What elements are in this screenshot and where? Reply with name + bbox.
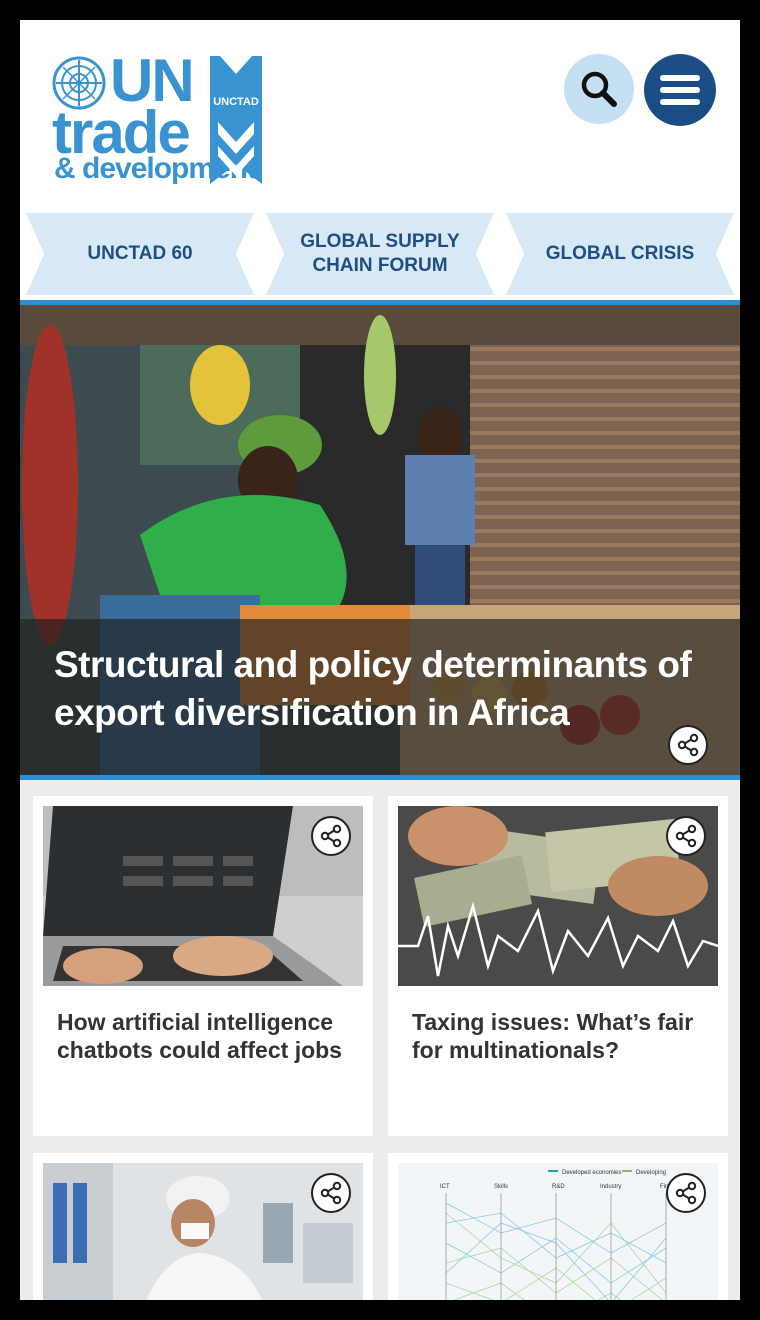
card-share-button[interactable]: [666, 1173, 706, 1213]
share-icon: [320, 1181, 342, 1205]
nav-item-label: UNCTAD 60: [87, 243, 193, 264]
nav-item-unctad-60[interactable]: UNCTAD 60: [26, 213, 254, 295]
hamburger-menu-icon: [660, 75, 700, 105]
chart-axis-label: R&D: [552, 1184, 565, 1190]
unctad-chevron-mark-icon: [210, 56, 262, 184]
chart-legend-developing: Developing: [636, 1170, 666, 1176]
nav-item-label: GLOBAL SUPPLY CHAIN FORUM: [300, 231, 460, 276]
story-card-ai-chatbots[interactable]: How artificial intelligence chatbots cou…: [33, 796, 373, 1136]
card-title[interactable]: How artificial intelligence chatbots cou…: [57, 1008, 357, 1064]
nav-item-global-supply-chain-forum[interactable]: GLOBAL SUPPLY CHAIN FORUM: [266, 213, 494, 295]
hero-share-button[interactable]: [668, 725, 708, 765]
unctad-logo[interactable]: UN trade & development UNCTAD: [50, 47, 265, 192]
card-title[interactable]: Taxing issues: What’s fair for multinati…: [412, 1008, 712, 1064]
card-share-button[interactable]: [666, 816, 706, 856]
search-icon: [581, 71, 617, 107]
story-card-chart[interactable]: Developed economies Developing ICT Skill…: [388, 1153, 728, 1300]
page-frame: UN trade & development UNCTAD UNCTAD 60 …: [20, 20, 740, 1300]
card-share-button[interactable]: [311, 1173, 351, 1213]
nav-item-global-crisis[interactable]: GLOBAL CRISIS: [506, 213, 734, 295]
card-share-button[interactable]: [311, 816, 351, 856]
nav-item-label: GLOBAL CRISIS: [545, 243, 695, 264]
chart-axis-label: ICT: [440, 1184, 450, 1190]
share-icon: [677, 733, 699, 757]
menu-button[interactable]: [644, 54, 716, 126]
chart-legend-developed: Developed economies: [562, 1170, 621, 1176]
hero-title[interactable]: Structural and policy determinants of ex…: [54, 641, 694, 737]
search-button[interactable]: [564, 54, 634, 124]
share-icon: [320, 824, 342, 848]
chart-axis-label: Skills: [494, 1184, 508, 1190]
share-icon: [675, 824, 697, 848]
story-card-lab[interactable]: [33, 1153, 373, 1300]
story-card-taxing-issues[interactable]: Taxing issues: What’s fair for multinati…: [388, 796, 728, 1136]
featured-nav: UNCTAD 60 GLOBAL SUPPLY CHAIN FORUM GLOB…: [26, 213, 734, 295]
hero-story[interactable]: Structural and policy determinants of ex…: [20, 300, 740, 780]
chart-axis-label: Industry: [600, 1184, 621, 1190]
share-icon: [675, 1181, 697, 1205]
logo-unctad-label: UNCTAD: [213, 96, 259, 108]
site-header: UN trade & development UNCTAD: [20, 20, 740, 210]
